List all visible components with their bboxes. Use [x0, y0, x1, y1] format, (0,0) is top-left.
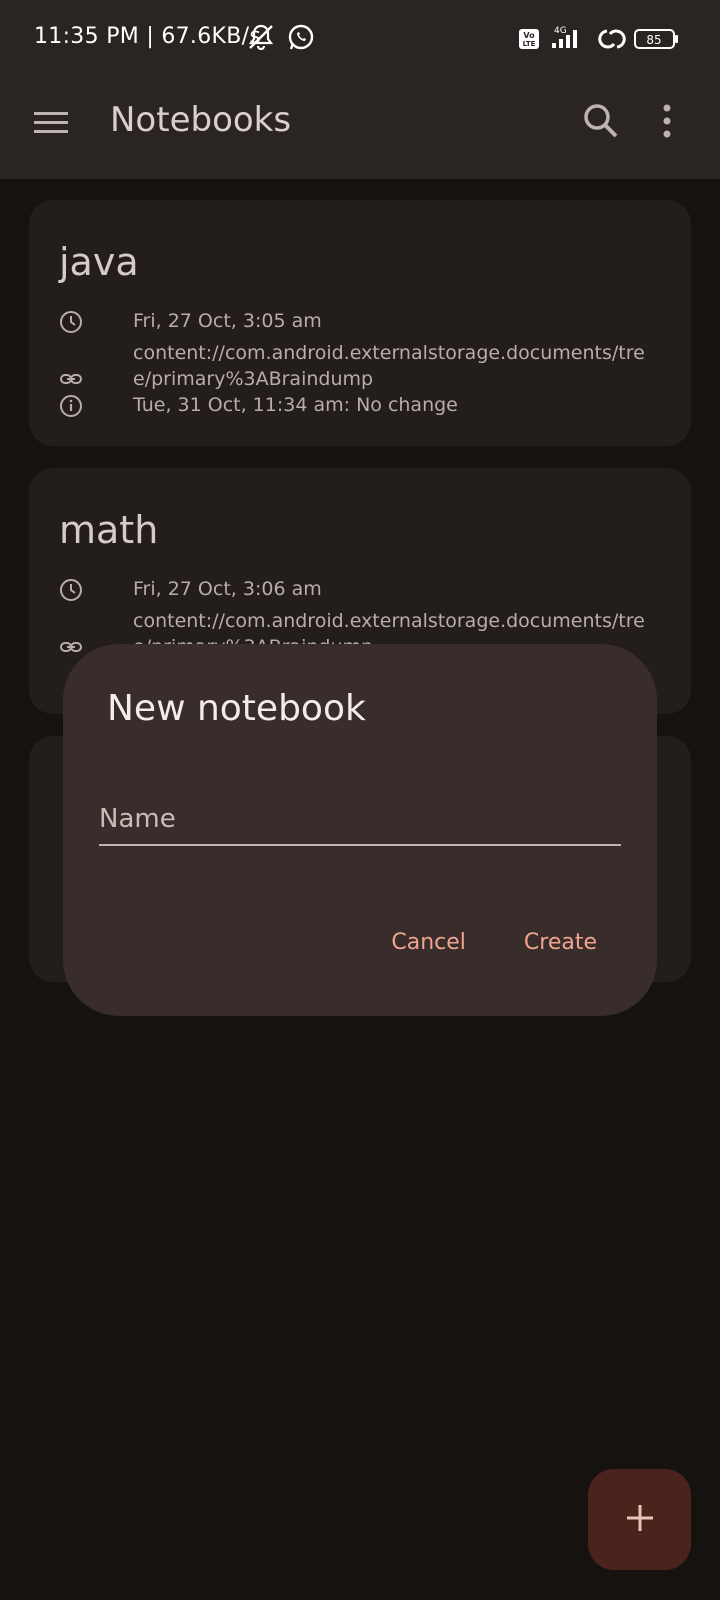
notebook-name: math [59, 508, 159, 552]
add-notebook-button[interactable] [588, 1469, 691, 1570]
cancel-button[interactable]: Cancel [391, 930, 466, 955]
dialog-actions: Cancel Create [391, 930, 597, 955]
svg-text:4G: 4G [554, 26, 567, 36]
create-button[interactable]: Create [524, 930, 597, 955]
notebook-created-row: Fri, 27 Oct, 3:05 am [59, 308, 659, 336]
clock-icon [59, 578, 85, 604]
signal-icon: 4G [548, 24, 590, 54]
data-saver-icon [598, 26, 626, 56]
notebook-created: Fri, 27 Oct, 3:06 am [133, 578, 322, 600]
notebook-uri: content://com.android.externalstorage.do… [133, 342, 645, 390]
info-icon [59, 394, 85, 420]
notebook-created: Fri, 27 Oct, 3:05 am [133, 310, 322, 332]
notebook-created-row: Fri, 27 Oct, 3:06 am [59, 576, 659, 604]
menu-icon[interactable] [34, 110, 68, 140]
whatsapp-icon [286, 22, 316, 56]
notebook-sync-row: Tue, 31 Oct, 11:34 am: No change [59, 392, 659, 420]
clock-icon [59, 310, 85, 336]
battery-icon: 85 [634, 28, 680, 54]
dialog-title: New notebook [107, 688, 366, 729]
bell-muted-icon [246, 22, 276, 56]
notebook-card[interactable]: java Fri, 27 Oct, 3:05 am content://com.… [29, 200, 691, 446]
link-icon [59, 367, 85, 393]
svg-text:LTE: LTE [523, 40, 536, 48]
volte-icon: Vo LTE [518, 28, 540, 54]
search-icon[interactable] [582, 102, 620, 144]
status-time: 11:35 PM | 67.6KB/s [34, 24, 262, 49]
name-input[interactable] [99, 784, 621, 846]
name-field[interactable] [99, 784, 621, 848]
page-title: Notebooks [110, 100, 292, 140]
battery-level: 85 [646, 33, 661, 47]
more-vert-icon[interactable] [660, 104, 674, 142]
plus-icon [625, 1503, 655, 1537]
notebook-name: java [59, 240, 139, 284]
screen: 11:35 PM | 67.6KB/s Vo LTE 4G 85 Noteboo… [0, 0, 720, 1600]
new-notebook-dialog: New notebook Cancel Create [63, 644, 657, 1016]
svg-text:Vo: Vo [523, 31, 535, 40]
app-bar: Notebooks [0, 78, 720, 179]
notebook-sync-status: Tue, 31 Oct, 11:34 am: No change [133, 394, 458, 416]
status-bar: 11:35 PM | 67.6KB/s Vo LTE 4G 85 [0, 0, 720, 78]
